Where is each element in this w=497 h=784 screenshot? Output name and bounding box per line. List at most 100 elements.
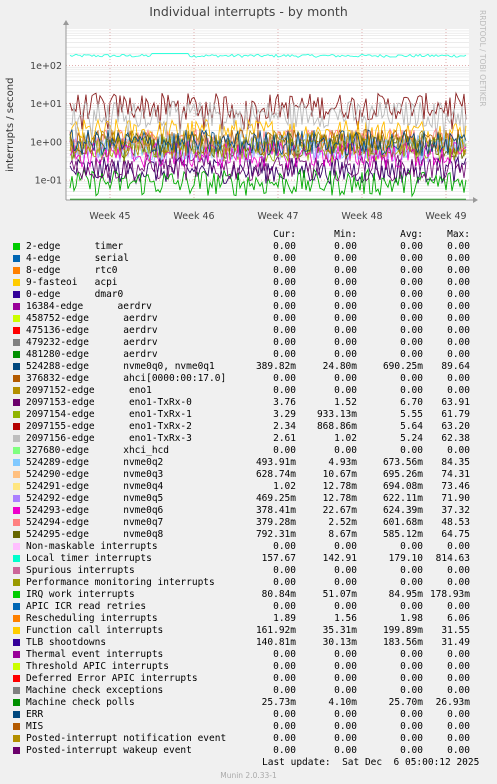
legend-max-value: 0.00 [447,445,470,456]
legend-swatch [13,495,20,502]
legend-label: Rescheduling interrupts [26,613,158,624]
legend-label: 524292-edge nvme0q5 [26,493,164,504]
legend-max-value: 0.00 [447,253,470,264]
legend-min-value: 0.00 [334,721,357,732]
legend-label: 0-edge dmar0 [26,289,124,300]
legend-label: 2097154-edge eno1-TxRx-1 [26,409,192,420]
legend-min-value: 0.00 [334,265,357,276]
legend-max-value: 0.00 [447,325,470,336]
legend-swatch [13,687,20,694]
legend-row: Machine check exceptions 0.00 0.00 0.00 0.00 [0,685,497,697]
legend-swatch [13,315,20,322]
legend-row: 376832-edge ahci[0000:00:17.0] 0.00 0.00 0.… [0,373,497,385]
legend-row: Posted-interrupt wakeup event 0.00 0.00 0.0… [0,745,497,757]
legend-min-value: 0.00 [334,577,357,588]
legend-label: Posted-interrupt wakeup event [26,745,192,756]
legend-cur-value: 469.25m [255,493,296,504]
legend-swatch [13,255,20,262]
legend-row: Machine check polls 25.73m 4.10m 25.70m 26.9… [0,697,497,709]
legend-max-value: 0.00 [447,373,470,384]
legend-swatch [13,291,20,298]
legend-swatch [13,591,20,598]
legend-row: 8-edge rtc0 0.00 0.00 0.00 0.00 [0,265,497,277]
legend-swatch [13,519,20,526]
legend-label: 524295-edge nvme0q8 [26,529,164,540]
legend-cur-value: 0.00 [273,265,296,276]
legend-label: Machine check exceptions [26,685,164,696]
legend-max-value: 0.00 [447,349,470,360]
legend-label: 2097152-edge eno1 [26,385,152,396]
legend-max-value: 0.00 [447,337,470,348]
legend-row: Rescheduling interrupts 1.89 1.56 1.98 6.06 [0,613,497,625]
legend-cur-value: 0.00 [273,349,296,360]
legend-row: Performance monitoring interrupts 0.00 0.0… [0,577,497,589]
legend-label: Local timer interrupts [26,553,152,564]
legend-label: Thermal event interrupts [26,649,164,660]
legend-max-value: 74.31 [441,469,470,480]
legend-cur-value: 378.41m [255,505,296,516]
legend-cur-value: 628.74m [255,469,296,480]
legend-cur-value: 140.81m [255,637,296,648]
legend-max-value: 61.79 [441,409,470,420]
legend-row: Non-maskable interrupts 0.00 0.00 0.00 0.00 [0,541,497,553]
x-tick-label: Week 45 [89,211,130,222]
legend-label: Spurious interrupts [26,565,135,576]
legend-label: 2097155-edge eno1-TxRx-2 [26,421,192,432]
legend-swatch [13,639,20,646]
legend-swatch [13,675,20,682]
legend-max-value: 0.00 [447,541,470,552]
legend-max-value: 0.00 [447,565,470,576]
legend-swatch [13,651,20,658]
legend-cur-value: 0.00 [273,721,296,732]
y-tick-label: 1e+02 [30,61,62,72]
x-tick-label: Week 49 [425,211,466,222]
legend-min-value: 142.91 [322,553,357,564]
legend-row: 458752-edge aerdrv 0.00 0.00 0.00 0.00 [0,313,497,325]
legend-max-value: 48.53 [441,517,470,528]
legend-max-value: 0.00 [447,673,470,684]
legend-min-value: 0.00 [334,313,357,324]
legend-max-value: 0.00 [447,313,470,324]
legend-row: 2097152-edge eno1 0.00 0.00 0.00 0.00 [0,385,497,397]
legend-cur-value: 25.73m [261,697,296,708]
legend-cur-value: 0.00 [273,289,296,300]
legend-swatch [13,543,20,550]
legend-row: TLB shootdowns 140.81m 30.13m 183.56m 31.49 [0,637,497,649]
legend-min-value: 0.00 [334,601,357,612]
legend-min-value: 0.00 [334,661,357,672]
legend-row: Threshold APIC interrupts 0.00 0.00 0.00 0.0… [0,661,497,673]
legend-swatch [13,363,20,370]
legend-label: 458752-edge aerdrv [26,313,158,324]
legend-row: IRQ work interrupts 80.84m 51.07m 84.95m 178… [0,589,497,601]
legend-max-value: 0.00 [447,265,470,276]
legend-row: 524293-edge nvme0q6 378.41m 22.67m 624.39m 3… [0,505,497,517]
legend-cur-value: 0.00 [273,649,296,660]
legend-cur-value: 0.00 [273,709,296,720]
legend-cur-value: 379.28m [255,517,296,528]
legend-swatch [13,735,20,742]
legend-min-value: 868.86m [316,421,357,432]
legend-row: APIC ICR read retries 0.00 0.00 0.00 0.00 [0,601,497,613]
legend-swatch [13,663,20,670]
legend-swatch [13,399,20,406]
legend-min-value: 0.00 [334,301,357,312]
legend-swatch [13,351,20,358]
legend-min-value: 2.52m [328,517,357,528]
legend-cur-value: 0.00 [273,541,296,552]
legend-min-value: 0.00 [334,373,357,384]
legend-cur-value: 1.02 [273,481,296,492]
x-tick-label: Week 47 [257,211,298,222]
y-tick-label: 1e+01 [30,99,62,110]
legend-cur-value: 0.00 [273,337,296,348]
legend-max-value: 814.63 [435,553,470,564]
legend-row: 481280-edge aerdrv 0.00 0.00 0.00 0.00 [0,349,497,361]
legend-cur-value: 0.00 [273,277,296,288]
legend-row: 2097156-edge eno1-TxRx-3 2.61 1.02 5.24 62.3… [0,433,497,445]
legend-row: 475136-edge aerdrv 0.00 0.00 0.00 0.00 [0,325,497,337]
legend-min-value: 4.10m [328,697,357,708]
legend-cur-value: 792.31m [255,529,296,540]
legend-cur-value: 0.00 [273,565,296,576]
legend-swatch [13,723,20,730]
legend-row: 524295-edge nvme0q8 792.31m 8.67m 585.12m 64… [0,529,497,541]
legend-swatch [13,339,20,346]
